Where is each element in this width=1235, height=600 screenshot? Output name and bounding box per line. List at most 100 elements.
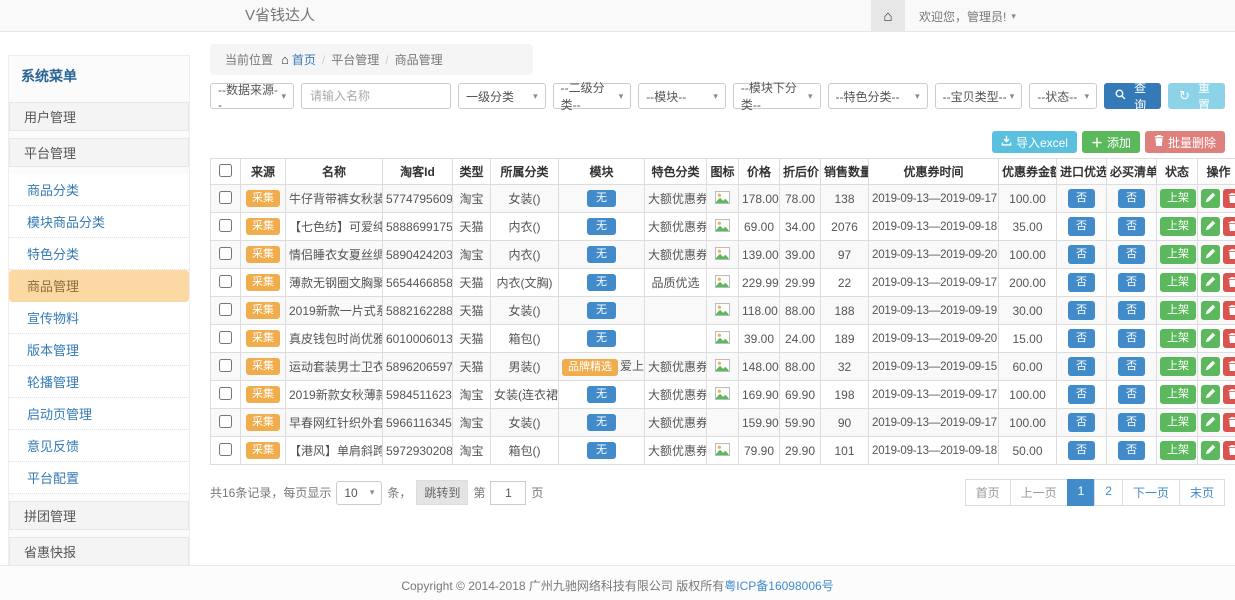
delete-button[interactable] <box>1223 245 1235 264</box>
status-badge[interactable]: 上架 <box>1160 441 1196 460</box>
delete-button[interactable] <box>1223 273 1235 292</box>
icp-link[interactable]: 粤ICP备16098006号 <box>724 579 833 593</box>
sidebar-item[interactable]: 商品分类 <box>9 174 189 206</box>
add-button[interactable]: ＋ 添加 <box>1082 131 1140 153</box>
edit-button[interactable] <box>1201 301 1220 320</box>
jump-button[interactable]: 跳转到 <box>416 480 468 505</box>
data-source-select[interactable]: --数据来源-- ▾ <box>210 83 294 109</box>
imported-badge[interactable]: 否 <box>1068 189 1095 208</box>
must-buy-badge[interactable]: 否 <box>1118 413 1145 432</box>
filter-select[interactable]: --模块-- ▾ <box>638 83 726 109</box>
pager-button[interactable]: 末页 <box>1179 479 1225 506</box>
imported-badge[interactable]: 否 <box>1068 441 1095 460</box>
sidebar-item[interactable]: 启动页管理 <box>9 398 189 430</box>
delete-button[interactable] <box>1223 301 1235 320</box>
sidebar-item[interactable]: 商品管理 <box>9 270 189 302</box>
sidebar-item[interactable]: 省惠快报 <box>9 537 189 566</box>
home-button[interactable]: ⌂ <box>871 0 905 32</box>
imported-badge[interactable]: 否 <box>1068 385 1095 404</box>
delete-button[interactable] <box>1223 357 1235 376</box>
imported-badge[interactable]: 否 <box>1068 301 1095 320</box>
row-checkbox[interactable] <box>219 219 232 232</box>
must-buy-badge[interactable]: 否 <box>1118 441 1145 460</box>
name-search-input[interactable] <box>301 83 451 109</box>
row-checkbox[interactable] <box>219 247 232 260</box>
row-checkbox[interactable] <box>219 387 232 400</box>
page-number-input[interactable] <box>490 481 526 505</box>
status-badge[interactable]: 上架 <box>1160 217 1196 236</box>
status-badge[interactable]: 上架 <box>1160 357 1196 376</box>
imported-badge[interactable]: 否 <box>1068 273 1095 292</box>
edit-button[interactable] <box>1201 189 1220 208</box>
edit-button[interactable] <box>1201 441 1220 460</box>
filter-select[interactable]: --二级分类-- ▾ <box>553 83 632 109</box>
pager-button[interactable]: 下一页 <box>1122 479 1180 506</box>
must-buy-badge[interactable]: 否 <box>1118 189 1145 208</box>
breadcrumb-home-link[interactable]: 首页 <box>292 53 316 67</box>
sidebar-item[interactable]: 特色分类 <box>9 238 189 270</box>
sidebar-item[interactable]: 宣传物料 <box>9 302 189 334</box>
edit-button[interactable] <box>1201 273 1220 292</box>
pager-button[interactable]: 首页 <box>965 479 1011 506</box>
delete-button[interactable] <box>1223 385 1235 404</box>
delete-button[interactable] <box>1223 441 1235 460</box>
edit-button[interactable] <box>1201 357 1220 376</box>
must-buy-badge[interactable]: 否 <box>1118 385 1145 404</box>
delete-button[interactable] <box>1223 413 1235 432</box>
sidebar-item[interactable]: 平台配置 <box>9 462 189 494</box>
edit-button[interactable] <box>1201 217 1220 236</box>
sidebar-item[interactable]: 拼团管理 <box>9 501 189 530</box>
pager-button[interactable]: 2 <box>1094 479 1123 506</box>
imported-badge[interactable]: 否 <box>1068 329 1095 348</box>
delete-button[interactable] <box>1223 217 1235 236</box>
reset-button[interactable]: ↻ 重置 <box>1168 83 1225 109</box>
search-button[interactable]: 查询 <box>1104 83 1161 109</box>
must-buy-badge[interactable]: 否 <box>1118 273 1145 292</box>
filter-select[interactable]: --模块下分类-- ▾ <box>733 83 821 109</box>
sidebar-item[interactable]: 模块商品分类 <box>9 206 189 238</box>
status-badge[interactable]: 上架 <box>1160 413 1196 432</box>
edit-button[interactable] <box>1201 329 1220 348</box>
must-buy-badge[interactable]: 否 <box>1118 217 1145 236</box>
imported-badge[interactable]: 否 <box>1068 245 1095 264</box>
sidebar-item[interactable]: 版本管理 <box>9 334 189 366</box>
status-badge[interactable]: 上架 <box>1160 301 1196 320</box>
row-checkbox[interactable] <box>219 415 232 428</box>
sidebar-item[interactable]: 轮播管理 <box>9 366 189 398</box>
must-buy-badge[interactable]: 否 <box>1118 301 1145 320</box>
row-checkbox[interactable] <box>219 303 232 316</box>
per-page-select[interactable]: 10 ▾ <box>336 481 382 505</box>
filter-select[interactable]: --状态-- ▾ <box>1029 83 1097 109</box>
status-badge[interactable]: 上架 <box>1160 329 1196 348</box>
select-all-checkbox[interactable] <box>219 164 232 177</box>
filter-select[interactable]: 一级分类 ▾ <box>458 83 546 109</box>
import-excel-button[interactable]: 导入excel <box>992 131 1077 153</box>
edit-button[interactable] <box>1201 385 1220 404</box>
edit-button[interactable] <box>1201 245 1220 264</box>
row-checkbox[interactable] <box>219 331 232 344</box>
sidebar-item[interactable]: 用户管理 <box>9 102 189 131</box>
status-badge[interactable]: 上架 <box>1160 385 1196 404</box>
row-checkbox[interactable] <box>219 191 232 204</box>
delete-button[interactable] <box>1223 189 1235 208</box>
must-buy-badge[interactable]: 否 <box>1118 245 1145 264</box>
batch-delete-button[interactable]: 批量删除 <box>1145 131 1225 153</box>
status-badge[interactable]: 上架 <box>1160 273 1196 292</box>
must-buy-badge[interactable]: 否 <box>1118 357 1145 376</box>
must-buy-badge[interactable]: 否 <box>1118 329 1145 348</box>
row-checkbox[interactable] <box>219 359 232 372</box>
filter-select[interactable]: --宝贝类型-- ▾ <box>935 83 1023 109</box>
pager-button[interactable]: 1 <box>1067 479 1096 506</box>
status-badge[interactable]: 上架 <box>1160 245 1196 264</box>
delete-button[interactable] <box>1223 329 1235 348</box>
row-checkbox[interactable] <box>219 275 232 288</box>
filter-select[interactable]: --特色分类-- ▾ <box>828 83 928 109</box>
pager-button[interactable]: 上一页 <box>1010 479 1068 506</box>
sidebar-item[interactable]: 平台管理 <box>9 138 189 167</box>
imported-badge[interactable]: 否 <box>1068 217 1095 236</box>
status-badge[interactable]: 上架 <box>1160 189 1196 208</box>
edit-button[interactable] <box>1201 413 1220 432</box>
user-menu[interactable]: 欢迎您，管理员! ▾ <box>905 0 1235 32</box>
sidebar-item[interactable]: 意见反馈 <box>9 430 189 462</box>
imported-badge[interactable]: 否 <box>1068 413 1095 432</box>
